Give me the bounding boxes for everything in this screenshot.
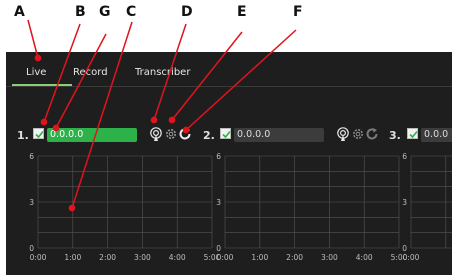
annotation-dot-e bbox=[168, 116, 176, 124]
annotation-arrow-a bbox=[27, 19, 39, 59]
annotation-arrow-g bbox=[55, 33, 107, 129]
annotation-dot-b bbox=[40, 118, 48, 126]
annotation-dot-f bbox=[182, 126, 190, 134]
annotation-arrow-d bbox=[153, 23, 187, 121]
annotation-overlay bbox=[27, 19, 297, 212]
annotation-arrow-b bbox=[43, 23, 81, 123]
annotation-dot-d bbox=[150, 116, 158, 124]
annotation-arrow-c bbox=[71, 21, 133, 209]
annotation-arrow-f bbox=[185, 29, 297, 131]
annotation-dot-g bbox=[52, 124, 60, 132]
annotation-arrow-e bbox=[171, 31, 243, 121]
annotation-dot-a bbox=[34, 54, 42, 62]
annotation-dot-c bbox=[68, 204, 76, 212]
